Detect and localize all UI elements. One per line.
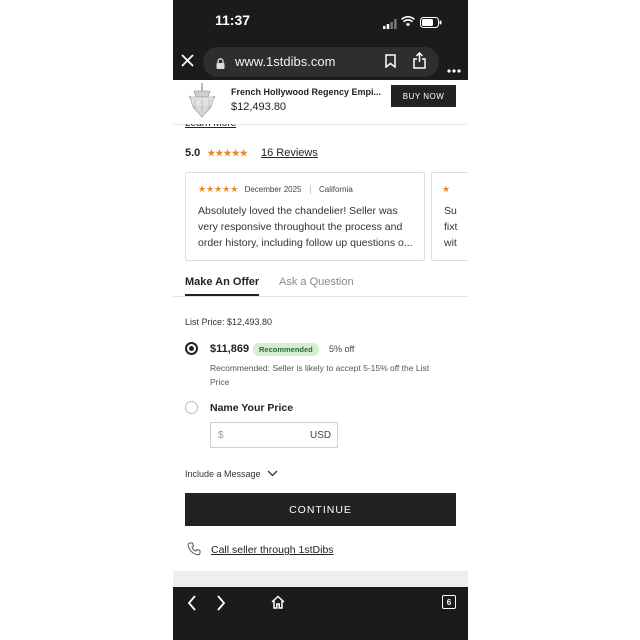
product-price: $12,493.80 [231,101,287,113]
currency-code: USD [310,430,332,441]
sticky-product-header: French Hollywood Regency Empi... $12,493… [173,80,468,125]
buy-now-button[interactable]: BUY NOW [391,85,456,107]
forward-icon[interactable] [216,595,226,616]
review-text-partial: Su fixt wit [444,203,457,251]
more-icon[interactable] [447,60,461,78]
wifi-icon [401,14,415,32]
phone-screen: 11:37 www.1stdibs.com French Hollywood R… [173,0,468,640]
include-message-toggle[interactable]: Include a Message [185,469,278,479]
review-date: December 2025 [244,185,302,194]
product-name: French Hollywood Regency Empi... [231,87,382,97]
signal-icon [383,16,397,34]
share-icon[interactable] [413,51,426,74]
battery-icon [420,15,442,33]
recommendation-note: Recommended: Seller is likely to accept … [210,363,430,387]
review-location: California [318,185,353,194]
url-text: www.1stdibs.com [235,54,336,69]
continue-button[interactable]: CONTINUE [185,493,456,526]
review-meta: ★★★★★ December 2025 California [198,184,353,195]
review-text-line: Su [444,205,457,217]
star-rating-icon: ★★★★★ [207,148,248,158]
name-your-price-radio[interactable] [185,401,198,414]
recommended-badge: Recommended [253,343,319,356]
star-rating-icon: ★ [442,184,451,194]
chandelier-thumbnail[interactable] [185,83,219,124]
offer-amount-input[interactable]: $ USD [210,422,338,448]
tabs-icon[interactable]: 6 [442,595,456,609]
chevron-down-icon [267,469,278,479]
status-time: 11:37 [215,12,251,28]
recommended-offer-radio[interactable] [185,342,198,355]
review-card[interactable]: ★★★★★ December 2025 California Absolutel… [185,172,425,261]
home-icon[interactable] [271,595,285,614]
include-message-label: Include a Message [185,469,261,479]
review-text: Absolutely loved the chandelier! Seller … [198,205,413,249]
phone-icon [187,542,201,561]
close-icon[interactable] [181,54,194,72]
star-rating-icon: ★★★★★ [198,184,239,194]
rating-summary: 5.0 ★★★★★ [185,147,248,159]
rating-score: 5.0 [185,147,201,159]
discount-label: 5% off [329,344,355,354]
address-field[interactable]: www.1stdibs.com [203,47,439,77]
reviews-link[interactable]: 16 Reviews [261,147,318,159]
lock-icon [216,56,225,74]
status-bar: 11:37 [173,0,468,44]
back-icon[interactable] [187,595,197,616]
review-card-next[interactable]: ★ Su fixt wit [431,172,468,261]
meta-divider [309,185,311,195]
footer-divider [173,571,468,587]
list-price: List Price: $12,493.80 [185,317,273,327]
tab-count: 6 [446,597,452,607]
review-text-line: wit [444,237,457,249]
currency-symbol: $ [218,430,224,441]
offer-tabs: Make An Offer Ask a Question [173,270,468,297]
recommended-offer-price: $11,869 [210,343,250,355]
call-seller-link[interactable]: Call seller through 1stDibs [211,544,334,556]
name-your-price-label: Name Your Price [210,402,294,414]
bookmark-icon[interactable] [385,54,396,73]
tab-make-an-offer[interactable]: Make An Offer [185,276,260,296]
review-text-line: fixt [444,221,458,233]
browser-url-bar: www.1stdibs.com [173,44,468,80]
browser-toolbar: 6 [173,587,468,640]
tab-ask-a-question[interactable]: Ask a Question [279,276,354,288]
